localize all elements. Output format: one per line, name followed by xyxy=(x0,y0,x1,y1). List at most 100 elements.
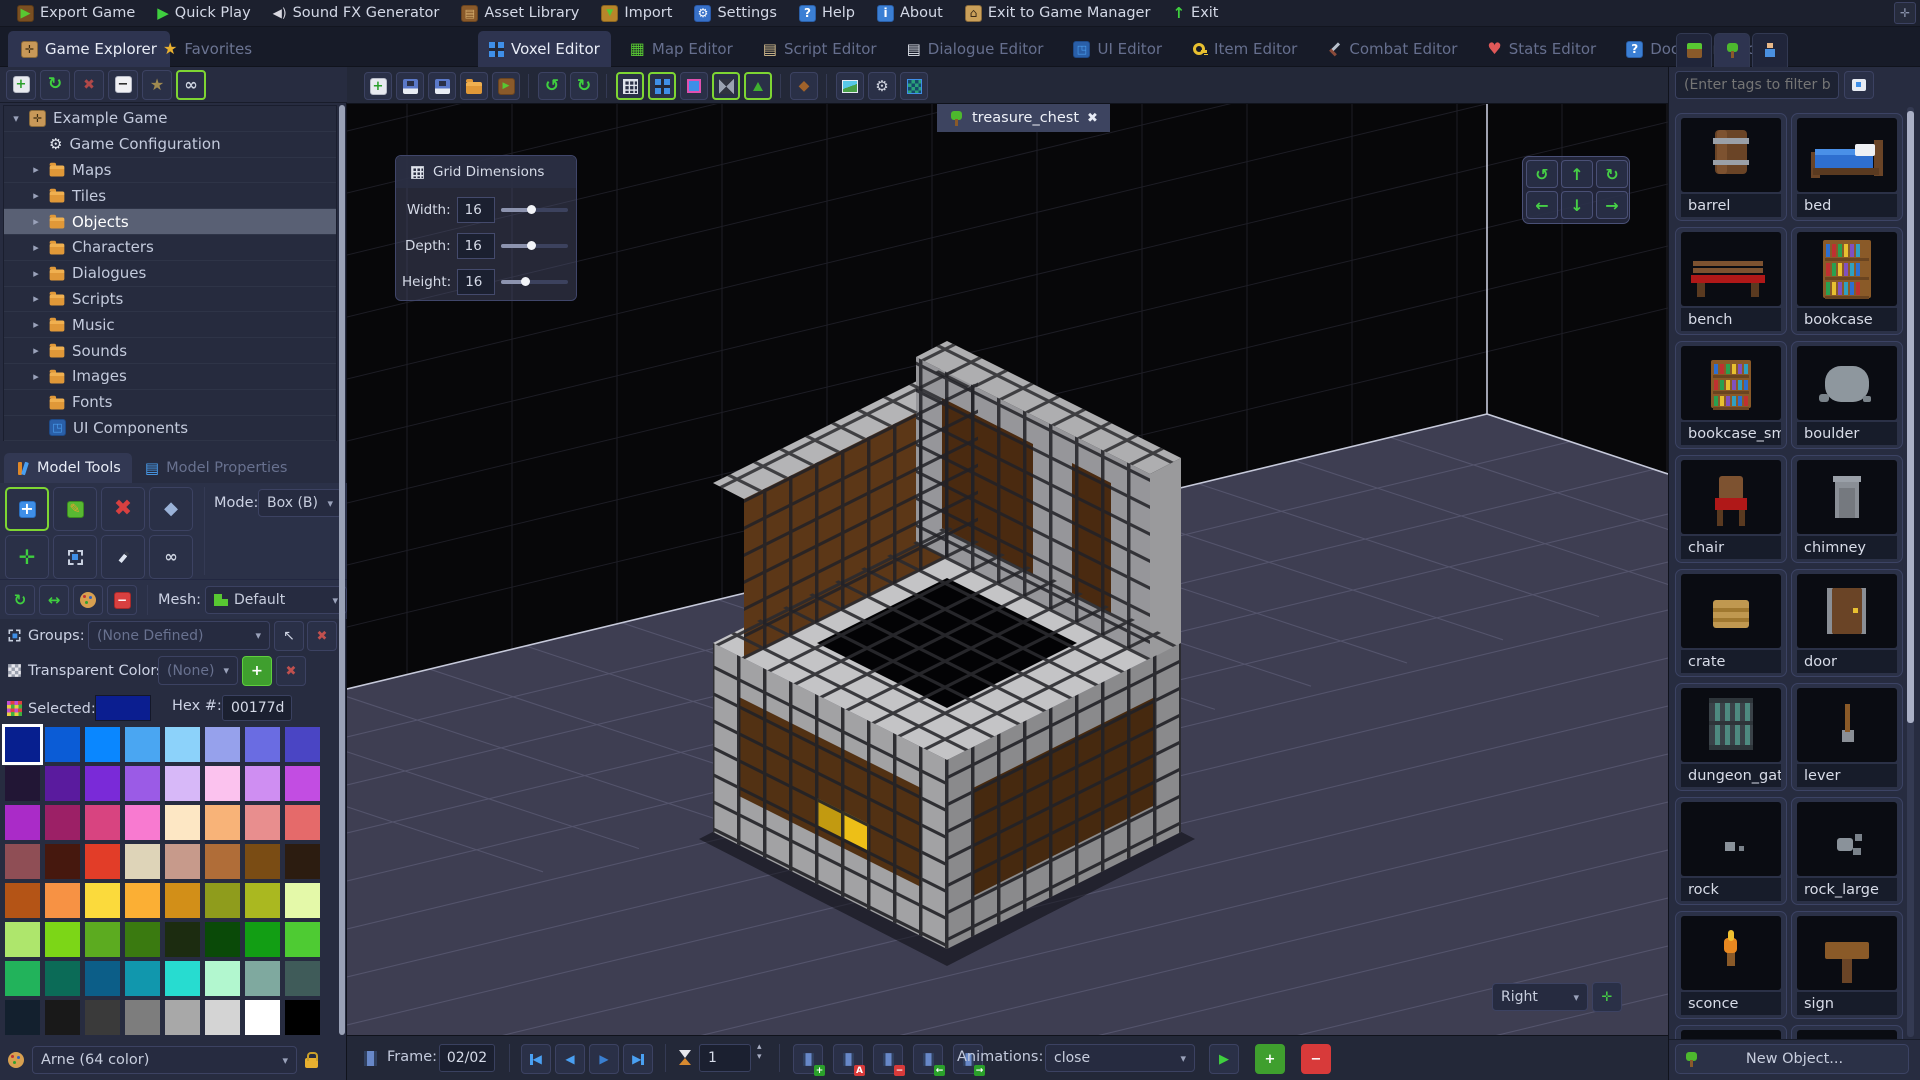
tree-item-game-configuration[interactable]: ⚙ Game Configuration xyxy=(4,132,336,158)
shift-frame-left-button[interactable]: ← xyxy=(913,1044,945,1076)
walls-toggle[interactable] xyxy=(712,72,740,100)
palette-swatch[interactable] xyxy=(285,922,320,957)
prev-frame-button[interactable]: ◀ xyxy=(555,1044,585,1074)
palette-swatch[interactable] xyxy=(205,1000,240,1035)
transparent-colors-select[interactable]: (None) ▾ xyxy=(158,656,238,685)
object-card-crate[interactable]: crate xyxy=(1675,569,1787,677)
attach-voxels-tool[interactable]: + xyxy=(5,487,49,531)
palette-swatch[interactable] xyxy=(85,1000,120,1035)
chevron-right-icon[interactable]: ▸ xyxy=(30,344,42,357)
palette-swatch[interactable] xyxy=(285,844,320,879)
palette-swatch[interactable] xyxy=(285,883,320,918)
gamepad-icon[interactable]: ✛ xyxy=(1894,2,1916,24)
collapse-all-button[interactable]: − xyxy=(108,69,138,100)
frame-outline-toggle[interactable] xyxy=(680,72,708,100)
remove-group-button[interactable]: ✖ xyxy=(307,621,337,651)
dimension-slider[interactable] xyxy=(500,241,568,250)
palette-swatch[interactable] xyxy=(5,922,40,957)
refresh-button[interactable]: ↻ xyxy=(40,69,70,100)
object-card-bed[interactable]: bed xyxy=(1791,113,1903,221)
favorite-button[interactable]: ★ xyxy=(142,69,172,100)
tab-combat-editor[interactable]: Combat Editor xyxy=(1316,31,1468,67)
palette-swatch[interactable] xyxy=(45,922,80,957)
object-card-boulder[interactable]: boulder xyxy=(1791,341,1903,449)
screenshot-button[interactable] xyxy=(836,72,864,100)
menu-item-exit[interactable]: ↑ Exit xyxy=(1163,3,1227,23)
palette-swatch[interactable] xyxy=(125,766,160,801)
tag-filter-button[interactable] xyxy=(1844,71,1874,99)
uv-editor-button[interactable] xyxy=(900,72,928,100)
tab-objects[interactable] xyxy=(1714,33,1750,67)
tab-game-explorer[interactable]: ✛ Game Explorer xyxy=(8,31,170,67)
mode-select[interactable]: Box (B) ▾ xyxy=(258,489,342,517)
remove-frame-button[interactable]: − xyxy=(873,1044,905,1076)
palette-swatch[interactable] xyxy=(85,961,120,996)
palette-swatch[interactable] xyxy=(45,727,80,762)
palette-swatch[interactable] xyxy=(125,727,160,762)
mesh-select[interactable]: Default ▾ xyxy=(205,586,347,614)
object-card-bookcase_sma[interactable]: bookcase_sma xyxy=(1675,341,1787,449)
library-scrollbar[interactable] xyxy=(1907,111,1914,723)
menu-item-help[interactable]: ? Help xyxy=(790,3,864,24)
tab-map-editor[interactable]: ▦ Map Editor xyxy=(619,31,744,67)
play-animation-button[interactable]: ▶ xyxy=(1209,1044,1239,1074)
tree-item-music[interactable]: ▸ Music xyxy=(4,312,336,339)
palette-swatch[interactable] xyxy=(5,844,40,879)
erase-voxels-tool[interactable]: ✖ xyxy=(101,487,145,531)
palette-swatch[interactable] xyxy=(165,1000,200,1035)
viewport-3d[interactable]: treasure_chest ✖ Grid Dimensions Width: 1… xyxy=(347,104,1668,1035)
chevron-right-icon[interactable]: ▸ xyxy=(30,267,42,280)
palette-swatch[interactable] xyxy=(285,805,320,840)
save-button[interactable] xyxy=(396,72,424,100)
palette-swatch[interactable] xyxy=(125,883,160,918)
rotate-ccw-button[interactable]: ↺ xyxy=(1526,160,1558,188)
palette-swatch[interactable] xyxy=(85,766,120,801)
tree-item-maps[interactable]: ▸ Maps xyxy=(4,158,336,184)
chevron-right-icon[interactable]: ▸ xyxy=(30,163,42,176)
tab-item-editor[interactable]: Item Editor xyxy=(1181,31,1308,67)
palette-swatch[interactable] xyxy=(205,805,240,840)
palette-swatch[interactable] xyxy=(205,922,240,957)
palette-swatch[interactable] xyxy=(165,883,200,918)
palette-swatch[interactable] xyxy=(45,883,80,918)
chevron-right-icon[interactable]: ▸ xyxy=(30,292,42,305)
wait-spinner[interactable]: ▴ ▾ xyxy=(757,1042,762,1063)
palette-swatch[interactable] xyxy=(85,844,120,879)
fill-tool[interactable]: ◆ xyxy=(149,487,193,531)
lock-icon[interactable] xyxy=(305,1052,318,1068)
skip-start-button[interactable]: ◀ xyxy=(521,1044,551,1074)
tree-item-ui-components[interactable]: ◳ UI Components xyxy=(4,416,336,442)
palette-swatch[interactable] xyxy=(245,727,280,762)
palette-swatch[interactable] xyxy=(5,1000,40,1035)
resize-tool[interactable]: ✛ xyxy=(5,535,49,579)
tree-item-tiles[interactable]: ▸ Tiles xyxy=(4,183,336,210)
palette-swatch[interactable] xyxy=(245,805,280,840)
palette-swatch[interactable] xyxy=(205,766,240,801)
grid-toggle[interactable] xyxy=(616,72,644,100)
close-icon[interactable]: ✖ xyxy=(1087,111,1098,126)
chevron-right-icon[interactable]: ▸ xyxy=(30,241,42,254)
palette-swatch[interactable] xyxy=(205,883,240,918)
tab-tiles[interactable] xyxy=(1676,33,1712,67)
object-card-sign[interactable]: sign xyxy=(1791,911,1903,1019)
view-select[interactable]: Right ▾ xyxy=(1492,983,1588,1011)
palette-swatch[interactable] xyxy=(125,922,160,957)
add-frame-button[interactable]: + xyxy=(793,1044,825,1076)
tab-voxel-editor[interactable]: Voxel Editor xyxy=(478,31,611,67)
object-card-door[interactable]: door xyxy=(1791,569,1903,677)
palette-swatch[interactable] xyxy=(5,805,40,840)
palette-swatch[interactable] xyxy=(45,844,80,879)
palette-swatch[interactable] xyxy=(245,961,280,996)
menu-item-import[interactable]: ▼ Import xyxy=(592,3,681,24)
palette-swatch[interactable] xyxy=(165,844,200,879)
palette-swatch[interactable] xyxy=(245,883,280,918)
tab-dialogue-editor[interactable]: ▤ Dialogue Editor xyxy=(896,31,1055,67)
palette-select[interactable]: Arne (64 color) ▾ xyxy=(32,1046,297,1074)
floor-toggle[interactable] xyxy=(744,72,772,100)
chevron-right-icon[interactable]: ▸ xyxy=(30,189,42,202)
tab-characters[interactable] xyxy=(1752,33,1788,67)
palette-swatch[interactable] xyxy=(125,961,160,996)
new-resource-button[interactable]: + xyxy=(6,69,36,100)
fit-view-button[interactable]: ✛ xyxy=(1592,982,1622,1012)
move-left-button[interactable]: ← xyxy=(1526,191,1558,219)
